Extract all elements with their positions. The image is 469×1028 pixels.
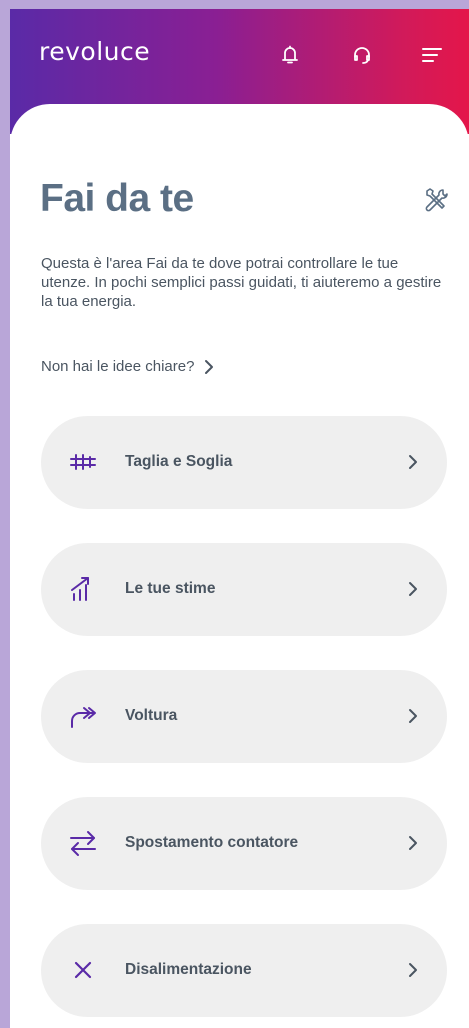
chevron-right-icon	[409, 963, 417, 977]
headset-icon[interactable]	[350, 43, 374, 67]
help-link[interactable]: Non hai le idee chiare?	[41, 358, 214, 375]
chevron-right-icon	[409, 709, 417, 723]
sliders-icon	[70, 454, 96, 470]
tools-icon	[425, 188, 448, 212]
menu-item-label: Disalimentazione	[125, 961, 252, 978]
menu-item-spostamento-contatore[interactable]: Spostamento contatore	[41, 797, 447, 890]
menu-icon[interactable]	[420, 43, 444, 67]
menu-item-voltura[interactable]: Voltura	[41, 670, 447, 763]
menu-item-label: Spostamento contatore	[125, 834, 299, 851]
swap-arrows-icon	[70, 831, 96, 856]
transfer-arrow-icon	[71, 707, 96, 728]
chevron-right-icon	[409, 455, 417, 469]
menu-item-label: Le tue stime	[125, 580, 216, 597]
close-icon	[74, 961, 92, 979]
app-frame: revoluce Fai da te Questa è l'area Fai d…	[10, 9, 469, 1028]
chevron-right-icon	[409, 582, 417, 596]
menu-item-label: Voltura	[125, 707, 178, 724]
chart-growth-icon	[71, 577, 89, 601]
brand-logo[interactable]: revoluce	[39, 37, 150, 66]
intro-text: Questa è l'area Fai da te dove potrai co…	[41, 255, 442, 310]
menu-item-taglia-soglia[interactable]: Taglia e Soglia	[41, 416, 447, 509]
help-link-label: Non hai le idee chiare?	[41, 358, 195, 375]
menu-item-label: Taglia e Soglia	[125, 453, 233, 470]
page-title: Fai da te	[40, 177, 194, 220]
menu-item-disalimentazione[interactable]: Disalimentazione	[41, 924, 447, 1017]
bell-icon[interactable]	[278, 43, 302, 67]
content-card: Fai da te Questa è l'area Fai da te dove…	[10, 104, 469, 1028]
chevron-right-icon	[409, 836, 417, 850]
chevron-right-icon	[204, 359, 214, 375]
menu-item-le-tue-stime[interactable]: Le tue stime	[41, 543, 447, 636]
